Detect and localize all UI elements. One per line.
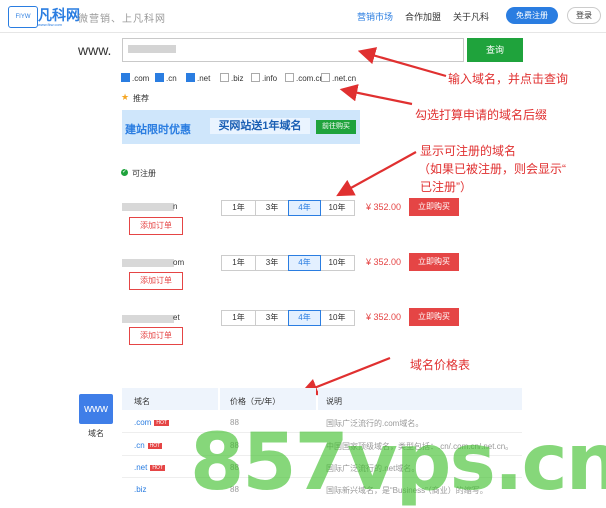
domain-category-label: 域名	[88, 429, 104, 438]
table-row-domain[interactable]: .com HOT	[134, 418, 169, 427]
header-price: 价格（元/年）	[230, 397, 281, 406]
watermark: 857vps.cn	[190, 418, 606, 508]
table-row-domain[interactable]: .cn HOT	[134, 441, 163, 450]
table-row-domain[interactable]: .net HOT	[134, 463, 165, 472]
hot-badge: HOT	[154, 420, 169, 426]
hot-badge: HOT	[150, 465, 165, 471]
arrow-to-search	[357, 47, 447, 78]
hot-badge: HOT	[147, 443, 163, 449]
table-row-domain[interactable]: .biz	[134, 485, 146, 494]
arrow-to-available	[336, 151, 417, 197]
header-domain: 域名	[134, 397, 150, 406]
domain-category-icon[interactable]: www	[79, 394, 113, 424]
header-desc: 说明	[326, 397, 342, 406]
arrow-to-table	[299, 356, 391, 396]
table-header-cell	[318, 388, 522, 410]
arrow-to-suffixes	[339, 84, 413, 106]
